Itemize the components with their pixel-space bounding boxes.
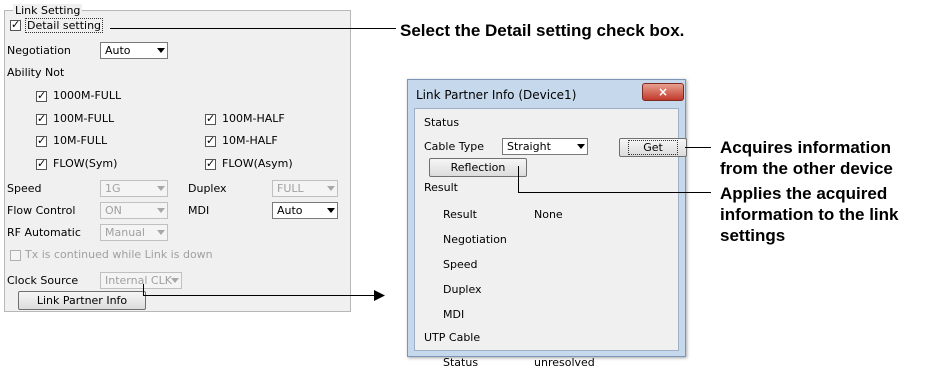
- tx-continued-checkbox[interactable]: [10, 250, 21, 261]
- ability-flow-asym-label: FLOW(Asym): [222, 157, 293, 170]
- detail-setting-label[interactable]: Detail setting: [25, 18, 104, 33]
- speed-label: Speed: [7, 182, 42, 195]
- get-button[interactable]: Get: [619, 138, 687, 157]
- result-section-label: Result: [424, 181, 458, 194]
- negotiation-label: Negotiation: [7, 44, 71, 57]
- chevron-down-icon: [157, 208, 165, 213]
- ability-flow-asym-checkbox[interactable]: [205, 157, 216, 170]
- result-label: Result: [443, 208, 477, 221]
- reflection-leader-vertical: [518, 166, 519, 193]
- acquire-note-line1: Acquires information: [720, 138, 891, 157]
- duplex-select[interactable]: FULL: [272, 180, 338, 197]
- speed-result-label: Speed: [443, 258, 478, 271]
- tx-continued-label: Tx is continued while Link is down: [25, 248, 213, 261]
- close-icon[interactable]: ×: [642, 83, 684, 101]
- chevron-down-icon: [171, 278, 179, 283]
- link-partner-info-button[interactable]: Link Partner Info: [18, 291, 146, 310]
- detail-leader-line: [110, 28, 396, 29]
- reflect-note-line2: information to the link: [720, 205, 899, 224]
- duplex-result-label: Duplex: [443, 283, 482, 296]
- cable-type-label: Cable Type: [424, 140, 484, 153]
- rf-automatic-label: RF Automatic: [7, 226, 81, 239]
- reflect-note-line3: settings: [720, 226, 786, 245]
- ability-flow-sym-checkbox[interactable]: [36, 157, 47, 170]
- ability-100m-half-checkbox[interactable]: [205, 112, 216, 125]
- rf-automatic-select[interactable]: Manual: [100, 224, 168, 241]
- chevron-down-icon: [157, 230, 165, 235]
- ability-10m-half-checkbox[interactable]: [205, 134, 216, 147]
- cable-type-select[interactable]: Straight: [502, 138, 588, 155]
- ability-1000m-full-label: 1000M-FULL: [53, 89, 122, 102]
- result-value: None: [534, 208, 563, 221]
- arrow-right-icon: [374, 290, 385, 301]
- link-partner-leader-line: [143, 295, 375, 296]
- ability-100m-half-label: 100M-HALF: [222, 112, 285, 125]
- speed-select[interactable]: 1G: [100, 180, 168, 197]
- flow-control-label: Flow Control: [7, 204, 76, 217]
- acquire-note-line2: from the other device: [720, 159, 893, 178]
- reflection-button[interactable]: Reflection: [429, 158, 527, 177]
- get-leader-line: [685, 147, 711, 148]
- reflect-note-line1: Applies the acquired: [720, 184, 888, 203]
- negotiation-select[interactable]: Auto: [100, 42, 168, 59]
- clock-source-label: Clock Source: [7, 274, 79, 287]
- status-section-label: Status: [424, 116, 460, 129]
- detail-setting-note: Select the Detail setting check box.: [400, 21, 685, 40]
- chevron-down-icon: [577, 144, 585, 149]
- chevron-down-icon: [327, 208, 335, 213]
- reflection-leader-line: [518, 192, 711, 193]
- chevron-down-icon: [327, 186, 335, 191]
- chevron-down-icon: [157, 186, 165, 191]
- clock-source-select[interactable]: Internal CLK: [100, 272, 182, 289]
- chevron-down-icon: [157, 48, 165, 53]
- ability-10m-full-label: 10M-FULL: [53, 134, 108, 147]
- duplex-label: Duplex: [188, 182, 227, 195]
- ability-10m-full-checkbox[interactable]: [36, 134, 47, 147]
- ability-label: Ability Not: [7, 66, 65, 79]
- mdi-select[interactable]: Auto: [272, 202, 338, 219]
- dialog-title: Link Partner Info (Device1): [416, 88, 577, 102]
- link-setting-title: Link Setting: [13, 4, 83, 17]
- detail-setting-checkbox[interactable]: [10, 18, 21, 31]
- ability-100m-full-checkbox[interactable]: [36, 112, 47, 125]
- ability-1000m-full-checkbox[interactable]: [36, 89, 47, 102]
- mdi-result-label: MDI: [443, 308, 465, 321]
- get-button-label: Get: [628, 140, 678, 155]
- negotiation-result-label: Negotiation: [443, 233, 507, 246]
- mdi-label: MDI: [188, 204, 210, 217]
- dialog-body: Status Cable Type Straight Get Reflectio…: [414, 108, 687, 369]
- ability-100m-full-label: 100M-FULL: [53, 112, 115, 125]
- flow-control-select[interactable]: ON: [100, 202, 168, 219]
- ability-10m-half-label: 10M-HALF: [222, 134, 278, 147]
- link-setting-group: Link Setting Detail setting Negotiation …: [4, 4, 351, 312]
- link-partner-info-dialog: Link Partner Info (Device1) × Status Cab…: [407, 79, 687, 369]
- utp-cable-section-label: UTP Cable: [424, 331, 481, 344]
- ability-flow-sym-label: FLOW(Sym): [53, 157, 118, 170]
